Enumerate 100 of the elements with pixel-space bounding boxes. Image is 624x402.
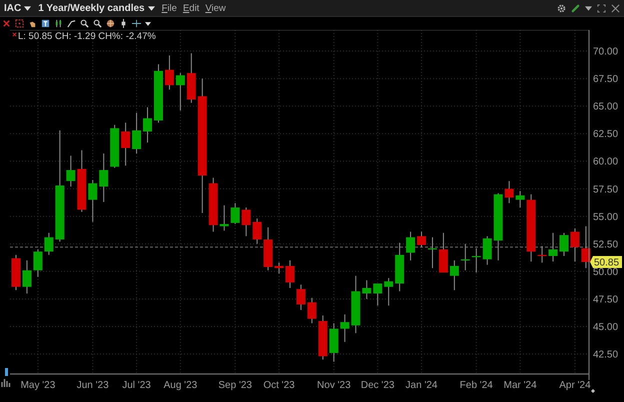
axis-label: Dec '23: [360, 380, 394, 391]
axis-label: Oct '23: [263, 380, 295, 391]
caret-icon[interactable]: [148, 6, 155, 10]
candle-icon[interactable]: [54, 19, 63, 28]
candlestick: [77, 150, 86, 212]
candlestick: [329, 322, 338, 362]
caret-icon[interactable]: [24, 6, 32, 10]
crosshair-icon[interactable]: [15, 19, 24, 28]
axis-label: 70.00: [593, 46, 618, 58]
axis-label: 65.00: [593, 102, 618, 113]
settings-icon[interactable]: [557, 4, 566, 12]
candlestick: [296, 284, 306, 310]
candlestick: [66, 155, 76, 188]
candlestick: [450, 260, 459, 291]
candlestick: [242, 207, 251, 237]
hand-icon[interactable]: [28, 19, 37, 28]
candlestick: [570, 228, 580, 262]
axis-label: May '23: [20, 380, 56, 391]
candlestick: [460, 243, 470, 271]
candlestick: [208, 177, 218, 232]
candlestick: [504, 180, 514, 204]
axis-label: Jun '23: [76, 380, 109, 391]
zoom-in-icon[interactable]: [80, 19, 89, 28]
candlestick: [538, 246, 547, 264]
marker-icon[interactable]: [5, 368, 8, 376]
candlestick: [406, 231, 416, 261]
last-price-tag: 50.85: [590, 256, 622, 269]
axis-label: Nov '23: [317, 380, 351, 391]
candlestick: [22, 260, 32, 294]
globe-icon[interactable]: [106, 19, 115, 28]
close-icon[interactable]: [2, 19, 11, 28]
axis-label: 47.50: [593, 294, 618, 306]
candlestick: [318, 315, 328, 360]
axis-label: Mar '24: [504, 380, 537, 391]
candlestick: [494, 192, 503, 261]
candlestick: [351, 275, 360, 334]
axis-label: Aug '23: [164, 380, 198, 391]
candlestick: [384, 278, 394, 306]
axis-label: 52.50: [593, 239, 618, 250]
candlestick: [340, 314, 350, 342]
fullscreen-icon[interactable]: [597, 4, 606, 12]
candlestick: [230, 202, 240, 225]
price-summary: L: 50.85 CH: -1.29 CH%: -2.47%: [18, 31, 156, 42]
candlestick: [560, 232, 568, 256]
zoom-out-icon[interactable]: [93, 19, 102, 28]
candlestick: [286, 260, 294, 288]
candlestick: [252, 218, 262, 244]
axis-label: 67.50: [593, 74, 618, 86]
menu-item[interactable]: View: [205, 2, 226, 14]
volume-icon[interactable]: [1, 378, 10, 388]
close-icon[interactable]: [12, 32, 17, 37]
vertical-resize-icon[interactable]: [119, 19, 128, 28]
caret-icon[interactable]: [145, 22, 151, 26]
axis-label: Feb '24: [460, 380, 493, 391]
axis-label: 55.00: [593, 212, 618, 223]
axis-label: 45.00: [593, 322, 618, 333]
axis-label: 62.50: [593, 129, 618, 140]
diamond-icon[interactable]: [591, 389, 595, 393]
candlestick: [581, 226, 590, 269]
candlestick: [99, 153, 108, 202]
horizontal-resize-icon[interactable]: [132, 19, 141, 28]
axis-label: Sep '23: [218, 380, 252, 391]
candlestick: [12, 254, 20, 291]
line-tool-icon[interactable]: [67, 19, 76, 28]
candlestick: [373, 283, 382, 306]
text-tool-icon[interactable]: [41, 19, 50, 28]
candlestick: [307, 297, 316, 324]
candlestick: [88, 179, 98, 222]
candlestick: [526, 194, 536, 262]
axis-label: Apr '24: [559, 380, 591, 391]
menu-item[interactable]: Edit: [182, 2, 200, 14]
axis-label: 60.00: [593, 156, 618, 168]
candlestick: [110, 124, 120, 168]
caret-icon[interactable]: [585, 6, 592, 10]
candlestick: [274, 262, 284, 274]
axis-label: 50.00: [593, 266, 618, 278]
candlestick: [220, 204, 229, 232]
candlestick: [482, 236, 492, 266]
candlestick: [44, 232, 54, 256]
candlestick: [362, 280, 372, 300]
close-icon[interactable]: [611, 4, 620, 12]
candlestick: [516, 190, 525, 208]
axis-label: 42.50: [593, 350, 618, 361]
menu-item[interactable]: File: [162, 2, 177, 14]
candlestick: [548, 232, 558, 262]
candlestick: [438, 232, 448, 274]
axis-label: Jul '23: [122, 380, 151, 391]
candlestick: [176, 72, 185, 112]
axis-label: 57.50: [593, 184, 618, 196]
symbol-selector[interactable]: IAC: [4, 2, 22, 14]
candlestick: [264, 226, 273, 271]
candlestick: [472, 248, 481, 274]
axis-label: Jan '24: [406, 380, 438, 391]
candlestick: [395, 242, 404, 292]
candlestick: [33, 248, 42, 278]
period-selector[interactable]: 1 Year/Weekly candles: [38, 2, 145, 14]
candlestick: [186, 52, 196, 104]
candlestick: [121, 122, 130, 166]
candlestick: [164, 54, 174, 90]
candlestick: [132, 112, 142, 154]
